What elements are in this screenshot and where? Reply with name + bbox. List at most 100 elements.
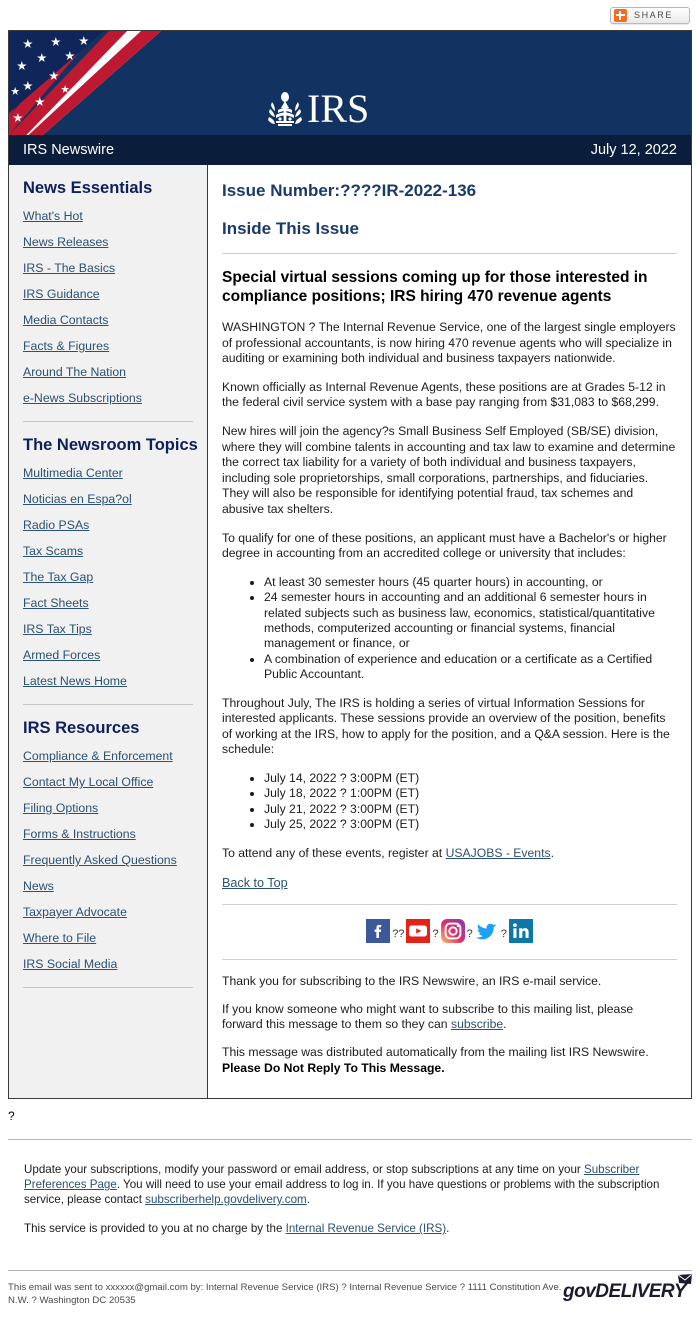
sidebar-item-radio-psas[interactable]: Radio PSAs <box>23 519 207 532</box>
list-item: July 14, 2022 ? 3:00PM (ET) <box>264 771 677 786</box>
update-subscriptions-text: Update your subscriptions, modify your p… <box>24 1162 676 1207</box>
distributed-line: This message was distributed automatical… <box>222 1044 649 1059</box>
sidebar-item-the-tax-gap[interactable]: The Tax Gap <box>23 571 207 584</box>
sidebar-item-where-to-file[interactable]: Where to File <box>23 932 207 945</box>
social-separator: ? <box>432 928 439 941</box>
forward-prefix: If you know someone who might want to su… <box>222 1001 634 1032</box>
thank-you-text: Thank you for subscribing to the IRS New… <box>222 974 602 989</box>
masthead: IRS <box>9 31 691 135</box>
sidebar-item-news[interactable]: News <box>23 880 207 893</box>
irs-eagle-seal-icon <box>268 92 302 126</box>
sidebar-item-armed-forces[interactable]: Armed Forces <box>23 649 207 662</box>
article-paragraph-1: WASHINGTON ? The Internal Revenue Servic… <box>222 320 676 366</box>
sidebar: News Essentials What's Hot News Releases… <box>9 165 208 1099</box>
sidebar-item-media-contacts[interactable]: Media Contacts <box>23 314 207 327</box>
sent-to-text: This email was sent to xxxxxx@gmail.com … <box>8 1282 562 1307</box>
issue-number: Issue Number:????IR-2022-136 <box>222 181 477 200</box>
schedule-list: July 14, 2022 ? 3:00PM (ET) July 18, 202… <box>222 771 677 833</box>
forward-text: If you know someone who might want to su… <box>222 1002 677 1033</box>
update-suffix: . <box>306 1193 310 1207</box>
back-to-top-link[interactable]: Back to Top <box>222 876 288 890</box>
list-item: July 25, 2022 ? 3:00PM (ET) <box>264 817 677 832</box>
share-bar: SHARE <box>0 0 700 30</box>
social-separator: ?? <box>392 928 405 941</box>
sidebar-item-contact-my-local-office[interactable]: Contact My Local Office <box>23 776 207 789</box>
subscribe-link[interactable]: subscribe <box>451 1017 503 1031</box>
article-paragraph-2: Known officially as Internal Revenue Age… <box>222 379 666 410</box>
us-flag-diagonal-icon <box>9 31 209 135</box>
sidebar-item-whats-hot[interactable]: What's Hot <box>23 210 207 223</box>
sidebar-item-frequently-asked-questions[interactable]: Frequently Asked Questions <box>23 854 207 867</box>
share-button-label: SHARE <box>633 10 673 20</box>
sidebar-item-around-the-nation[interactable]: Around The Nation <box>23 366 207 379</box>
article-paragraph-4: To qualify for one of these positions, a… <box>222 530 667 561</box>
forward-suffix: . <box>503 1017 507 1032</box>
sidebar-item-taxpayer-advocate[interactable]: Taxpayer Advocate <box>23 906 207 919</box>
sidebar-item-compliance-enforcement[interactable]: Compliance & Enforcement <box>23 750 207 763</box>
email-frame: IRS IRS Newswire July 12, 2022 News Esse… <box>8 30 692 1100</box>
linkedin-icon[interactable] <box>508 919 533 944</box>
sidebar-item-irs-guidance[interactable]: IRS Guidance <box>23 288 207 301</box>
sidebar-item-facts-figures[interactable]: Facts & Figures <box>23 340 207 353</box>
irs-logo: IRS <box>266 88 369 130</box>
sidebar-item-fact-sheets[interactable]: Fact Sheets <box>23 597 207 610</box>
update-prefix: Update your subscriptions, modify your p… <box>24 1163 584 1177</box>
article-paragraph-5: Throughout July, The IRS is holding a se… <box>222 695 670 757</box>
sidebar-item-latest-news-home[interactable]: Latest News Home <box>23 675 207 688</box>
newswire-bar: IRS Newswire July 12, 2022 <box>9 135 691 165</box>
irs-wordmark: IRS <box>307 86 370 131</box>
sidebar-divider-1 <box>23 421 193 422</box>
subscriber-help-link[interactable]: subscriberhelp.govdelivery.com <box>145 1193 307 1206</box>
content-divider-top <box>222 253 677 254</box>
do-not-reply-line: Please Do Not Reply To This Message. <box>222 1060 445 1075</box>
no-charge-suffix: . <box>446 1222 450 1236</box>
share-button[interactable]: SHARE <box>609 6 690 24</box>
sidebar-divider-2 <box>23 704 193 705</box>
sidebar-item-noticias-en-espanol[interactable]: Noticias en Espa?ol <box>23 493 207 506</box>
list-item: 24 semester hours in accounting and an a… <box>264 590 677 652</box>
irs-link[interactable]: Internal Revenue Service (IRS) <box>286 1222 446 1235</box>
usajobs-events-link[interactable]: USAJOBS - Events <box>446 846 551 860</box>
sidebar-heading-news-essentials: News Essentials <box>23 179 153 197</box>
youtube-icon[interactable] <box>406 919 431 944</box>
register-prefix: To attend any of these events, register … <box>222 845 446 860</box>
content-divider-closing <box>222 959 677 961</box>
sidebar-item-irs-tax-tips[interactable]: IRS Tax Tips <box>23 623 207 636</box>
sidebar-heading-newsroom-topics: The Newsroom Topics <box>23 436 198 454</box>
twitter-icon[interactable] <box>474 919 499 944</box>
article-paragraph-3: New hires will join the agency?s Small B… <box>222 423 676 516</box>
list-item: July 21, 2022 ? 3:00PM (ET) <box>264 802 677 817</box>
no-charge-text: This service is provided to you at no ch… <box>24 1221 676 1236</box>
sidebar-divider-3 <box>23 987 193 988</box>
update-mid: . You will need to use your email addres… <box>24 1178 660 1207</box>
instagram-icon[interactable] <box>440 919 465 944</box>
social-separator: ? <box>466 928 473 941</box>
closing-block: Thank you for subscribing to the IRS New… <box>222 974 677 1076</box>
sidebar-heading-irs-resources: IRS Resources <box>23 719 140 737</box>
share-plus-icon <box>613 8 627 22</box>
subscription-footer: Update your subscriptions, modify your p… <box>0 1140 700 1256</box>
article-headline: Special virtual sessions coming up for t… <box>222 269 648 305</box>
stray-marker: ? <box>8 1109 15 1124</box>
inside-this-issue-heading: Inside This Issue <box>222 219 359 238</box>
email-page: SHARE IRS IRS Newswire July 12, 2022 New… <box>0 0 700 1319</box>
social-icons-row: ?? ? ? ? <box>222 919 677 944</box>
sidebar-item-irs-social-media[interactable]: IRS Social Media <box>23 958 207 971</box>
sidebar-item-irs-the-basics[interactable]: IRS - The Basics <box>23 262 207 275</box>
envelope-icon <box>678 1274 692 1285</box>
sender-bar: This email was sent to xxxxxx@gmail.com … <box>0 1271 700 1319</box>
list-item: A combination of experience and educatio… <box>264 652 677 683</box>
register-suffix: . <box>550 845 554 860</box>
sidebar-item-multimedia-center[interactable]: Multimedia Center <box>23 467 207 480</box>
sidebar-item-tax-scams[interactable]: Tax Scams <box>23 545 207 558</box>
sidebar-item-forms-instructions[interactable]: Forms & Instructions <box>23 828 207 841</box>
facebook-icon[interactable] <box>366 919 391 944</box>
sidebar-item-news-releases[interactable]: News Releases <box>23 236 207 249</box>
govdelivery-wordmark: govDELIVERY <box>563 1281 686 1303</box>
social-separator: ? <box>500 928 507 941</box>
distribution-text: This message was distributed automatical… <box>222 1045 677 1076</box>
sidebar-item-enews-subscriptions[interactable]: e-News Subscriptions <box>23 392 207 405</box>
no-charge-prefix: This service is provided to you at no ch… <box>24 1222 286 1236</box>
newswire-date: July 12, 2022 <box>590 142 677 158</box>
sidebar-item-filing-options[interactable]: Filing Options <box>23 802 207 815</box>
